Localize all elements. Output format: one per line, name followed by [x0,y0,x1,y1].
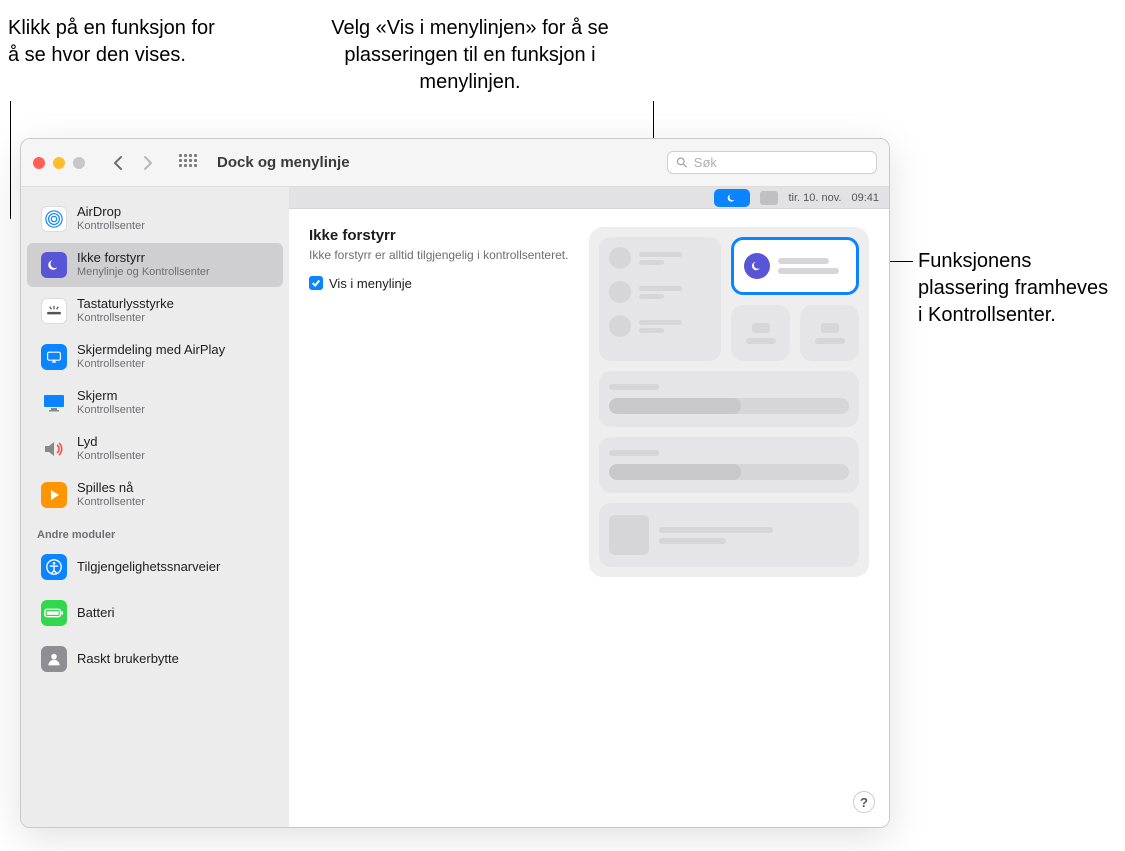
back-button[interactable] [111,153,125,173]
airdrop-icon [41,206,67,232]
cc-slider-module [599,437,859,493]
display-icon [41,390,67,416]
battery-icon [41,600,67,626]
sidebar-item-label: Skjermdeling med AirPlay [77,343,225,358]
sidebar-item-battery[interactable]: Batteri [27,591,283,635]
show-all-button[interactable] [179,154,197,172]
minimize-button[interactable] [53,157,65,169]
sidebar-item-sub: Menylinje og Kontrollsenter [77,266,210,279]
screen-mirroring-icon [41,344,67,370]
keyboard-brightness-icon [41,298,67,324]
sidebar-item-label: Raskt brukerbytte [77,652,179,667]
sidebar-item-sound[interactable]: Lyd Kontrollsenter [27,427,283,471]
sidebar[interactable]: AirDrop Kontrollsenter Ikke forstyrr Men… [21,187,289,827]
cc-module [731,305,790,361]
accessibility-icon [41,554,67,580]
sidebar-item-sub: Kontrollsenter [77,450,145,463]
cc-media-module [599,503,859,567]
sidebar-item-label: Lyd [77,435,145,450]
sidebar-item-sub: Kontrollsenter [77,404,145,417]
callout-center: Velg «Vis i menylinjen» for å se plasser… [315,15,625,96]
moon-icon [744,253,770,279]
search-input[interactable] [694,155,868,170]
show-in-menubar-checkbox[interactable]: Vis i menylinje [309,276,573,291]
control-center-preview [589,227,869,577]
sidebar-item-now-playing[interactable]: Spilles nå Kontrollsenter [27,473,283,517]
callout-right: Funksjonens plassering framheves i Kontr… [918,248,1113,329]
toolbar: Dock og menylinje [21,139,889,187]
callout-left: Klikk på en funksjon for å se hvor den v… [8,15,228,69]
forward-button[interactable] [141,153,155,173]
menubar-dnd-indicator [714,189,750,207]
cc-slider-module [599,371,859,427]
search-icon [676,156,688,169]
sidebar-section-header: Andre moduler [21,519,289,543]
sidebar-item-label: Tilgjengelighetssnarveier [77,560,220,575]
sidebar-item-sub: Kontrollsenter [77,358,225,371]
pane-heading: Ikke forstyrr [309,227,573,244]
sidebar-item-display[interactable]: Skjerm Kontrollsenter [27,381,283,425]
main-pane: tir. 10. nov. 09:41 Ikke forstyrr Ikke f… [289,187,889,827]
cc-module [800,305,859,361]
sidebar-item-accessibility[interactable]: Tilgjengelighetssnarveier [27,545,283,589]
sidebar-item-screen-mirroring[interactable]: Skjermdeling med AirPlay Kontrollsenter [27,335,283,379]
menubar-control-center-icon [760,191,778,205]
sidebar-item-label: Ikke forstyrr [77,251,210,266]
cc-dnd-module-highlighted [731,237,859,295]
pane-description: Ikke forstyrr er alltid tilgjengelig i k… [309,248,573,264]
now-playing-icon [41,482,67,508]
preferences-window: Dock og menylinje AirDrop Kontrollsenter [20,138,890,828]
help-button[interactable]: ? [853,791,875,813]
sidebar-item-label: AirDrop [77,205,145,220]
sidebar-item-sub: Kontrollsenter [77,220,145,233]
close-button[interactable] [33,157,45,169]
cc-toggles-group [599,237,721,361]
sidebar-item-label: Batteri [77,606,115,621]
nav-buttons [111,153,155,173]
menubar-preview: tir. 10. nov. 09:41 [289,187,889,209]
sidebar-item-label: Skjerm [77,389,145,404]
sidebar-item-label: Tastaturlysstyrke [77,297,174,312]
window-title: Dock og menylinje [217,154,350,171]
window-controls [33,157,85,169]
menubar-time: 09:41 [851,192,879,204]
callout-left-line [10,101,11,219]
menubar-date: tir. 10. nov. [788,192,841,204]
sidebar-item-airdrop[interactable]: AirDrop Kontrollsenter [27,197,283,241]
zoom-button [73,157,85,169]
user-switching-icon [41,646,67,672]
sound-icon [41,436,67,462]
checkbox-label: Vis i menylinje [329,276,412,291]
sidebar-item-do-not-disturb[interactable]: Ikke forstyrr Menylinje og Kontrollsente… [27,243,283,287]
checkbox-icon [309,276,323,290]
search-field[interactable] [667,151,877,174]
sidebar-item-label: Spilles nå [77,481,145,496]
sidebar-item-sub: Kontrollsenter [77,312,174,325]
sidebar-item-fast-user-switching[interactable]: Raskt brukerbytte [27,637,283,681]
moon-icon [41,252,67,278]
sidebar-item-sub: Kontrollsenter [77,496,145,509]
sidebar-item-keyboard-brightness[interactable]: Tastaturlysstyrke Kontrollsenter [27,289,283,333]
